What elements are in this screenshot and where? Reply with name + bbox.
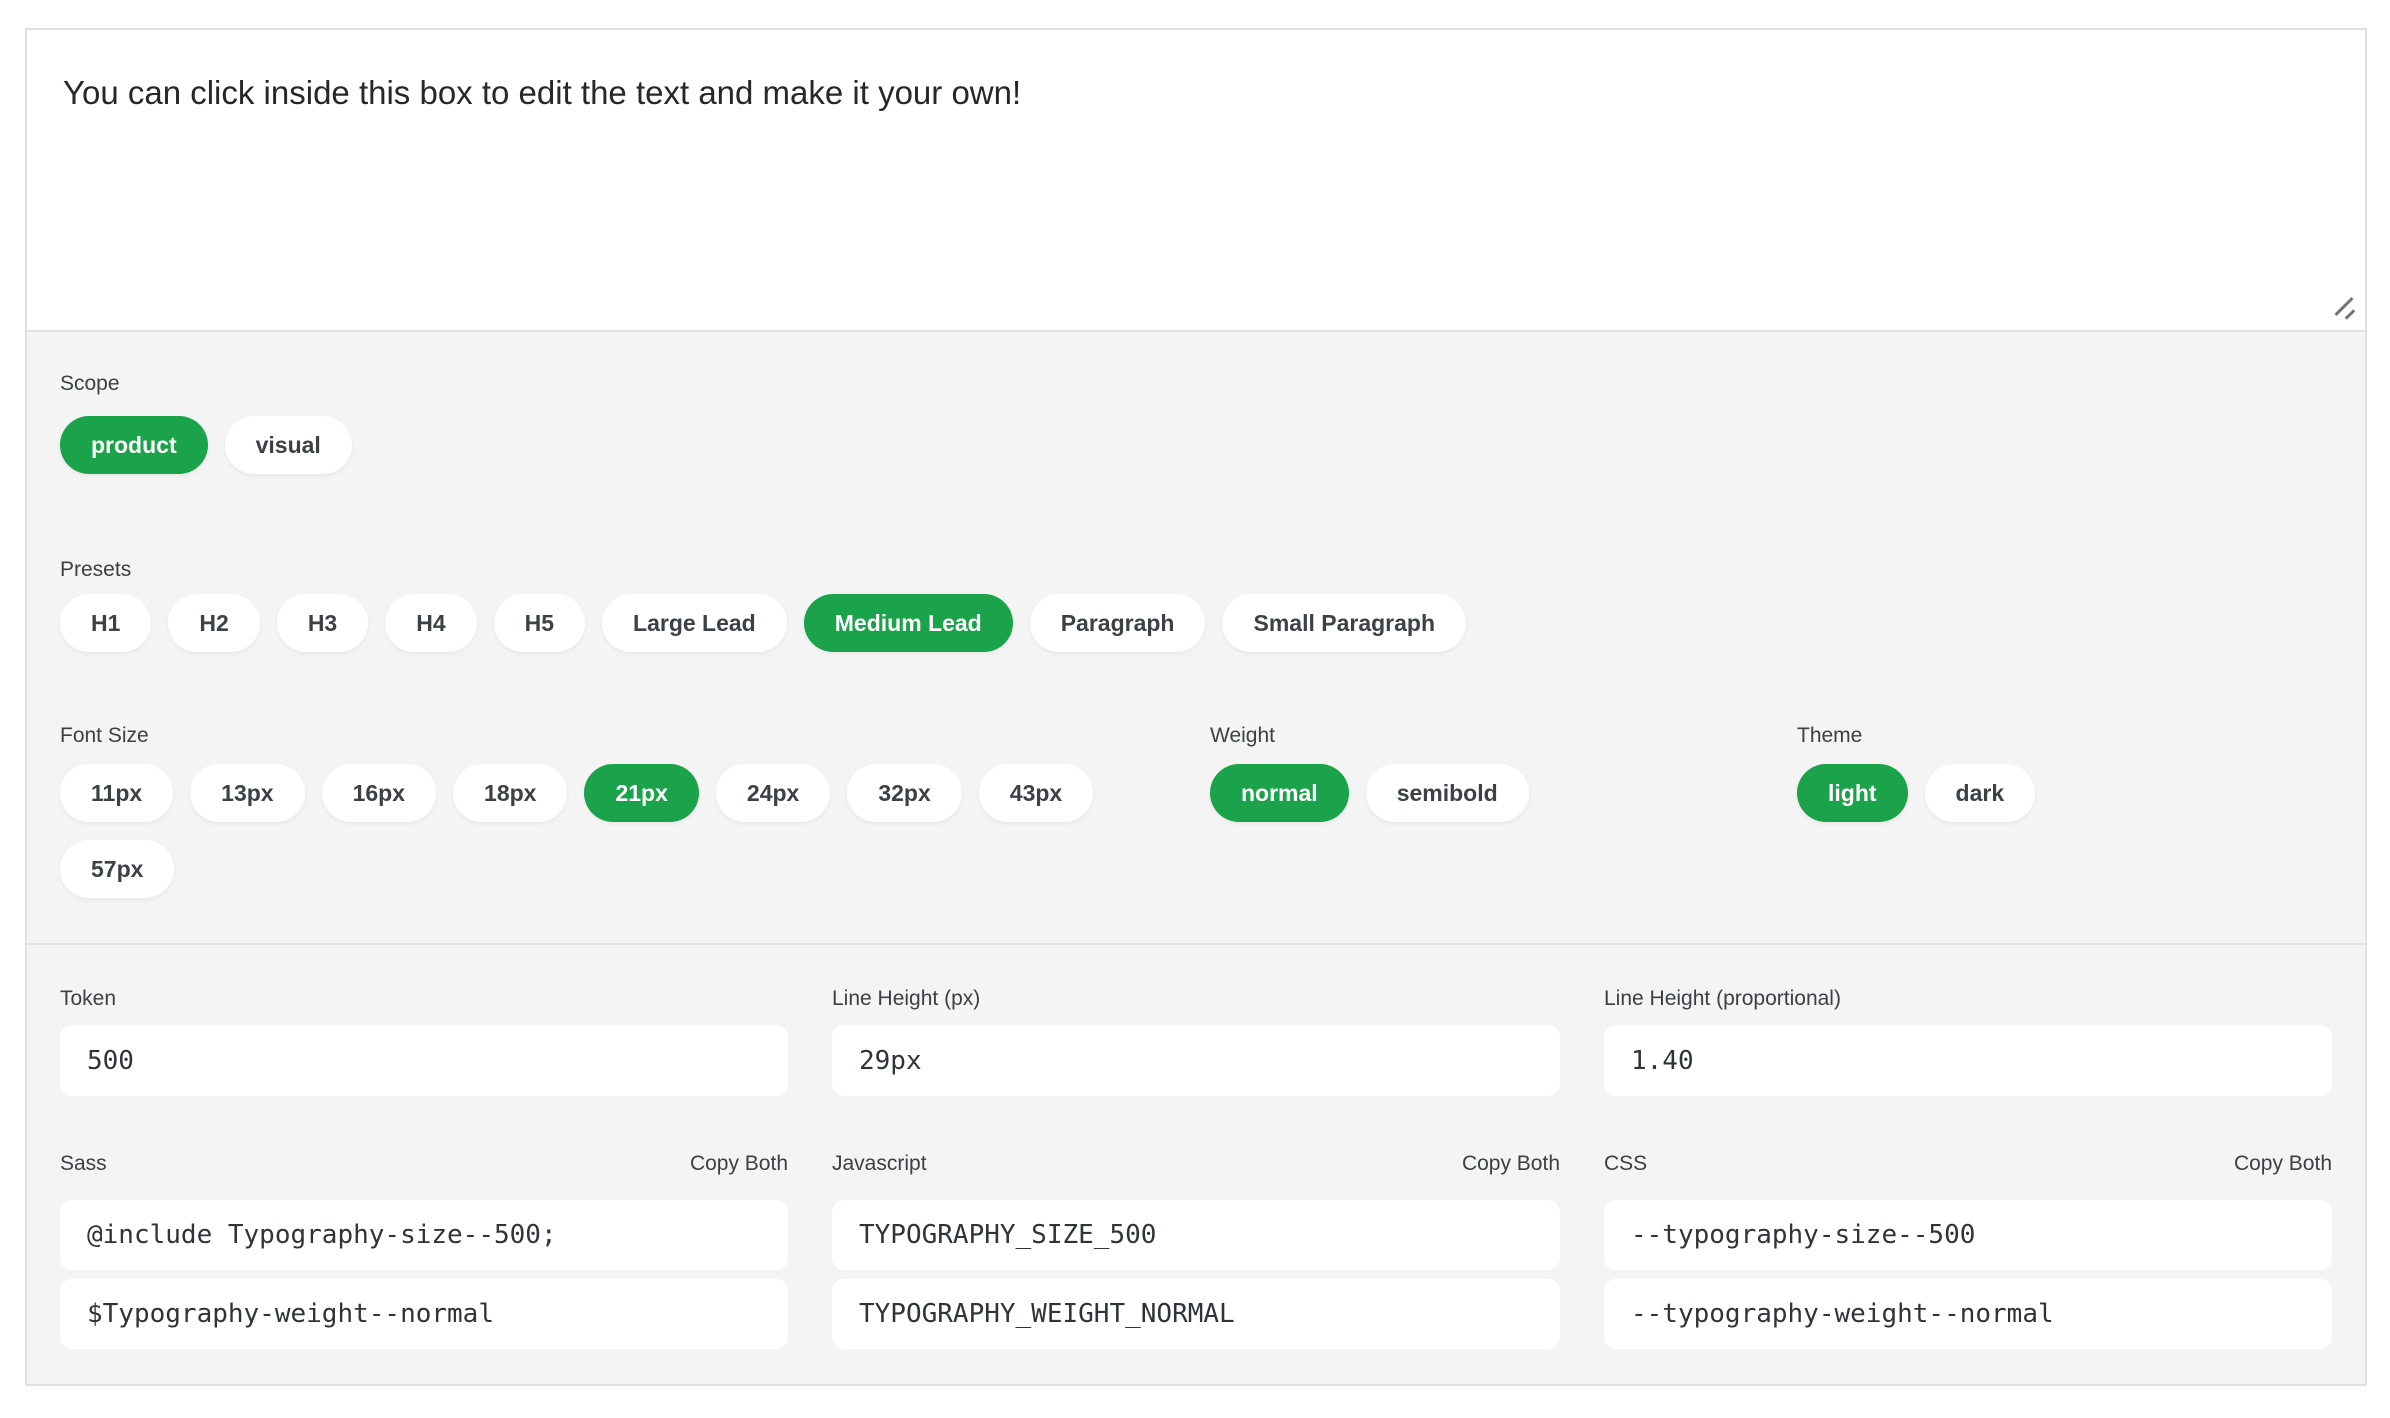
javascript-copy-both-link[interactable]: Copy Both	[1462, 1152, 1560, 1176]
css-label: CSS	[1604, 1152, 1648, 1175]
preset-option-h3[interactable]: H3	[276, 594, 369, 652]
sass-column: Sass Copy Both @include Typography-size-…	[60, 1152, 788, 1358]
controls-columns: Font Size 11px 13px 16px 18px 21px 24px …	[60, 724, 2332, 898]
scope-label: Scope	[60, 372, 120, 395]
weight-label: Weight	[1210, 724, 1275, 747]
theme-option-light[interactable]: light	[1797, 764, 1908, 822]
font-size-option-18px[interactable]: 18px	[453, 764, 568, 822]
javascript-weight-code[interactable]: TYPOGRAPHY_WEIGHT_NORMAL	[832, 1279, 1560, 1349]
theme-options-row: light dark	[1797, 764, 2332, 822]
preset-option-medium-lead[interactable]: Medium Lead	[803, 594, 1013, 652]
line-height-proportional-field: Line Height (proportional) 1.40	[1604, 987, 2332, 1096]
theme-label: Theme	[1797, 724, 1863, 747]
preset-option-small-paragraph[interactable]: Small Paragraph	[1222, 594, 1467, 652]
preview-section: You can click inside this box to edit th…	[27, 30, 2365, 330]
weight-options-row: normal semibold	[1210, 764, 1797, 822]
scope-option-product[interactable]: product	[60, 416, 208, 474]
token-value-input[interactable]: 500	[60, 1025, 788, 1096]
token-label: Token	[60, 987, 117, 1010]
theme-group: Theme light dark	[1797, 724, 2332, 898]
font-size-group: Font Size 11px 13px 16px 18px 21px 24px …	[60, 724, 1210, 898]
weight-option-semibold[interactable]: semibold	[1365, 764, 1529, 822]
css-copy-both-link[interactable]: Copy Both	[2234, 1152, 2332, 1176]
sass-label: Sass	[60, 1152, 107, 1175]
line-height-proportional-label: Line Height (proportional)	[1604, 987, 1841, 1010]
code-outputs-row: Sass Copy Both @include Typography-size-…	[60, 1152, 2332, 1358]
preset-option-h4[interactable]: H4	[385, 594, 477, 652]
font-size-option-57px[interactable]: 57px	[60, 840, 175, 898]
token-fields-row: Token 500 Line Height (px) 29px Line Hei…	[60, 987, 2332, 1096]
sass-weight-code[interactable]: $Typography-weight--normal	[60, 1279, 788, 1349]
font-size-option-43px[interactable]: 43px	[978, 764, 1094, 822]
javascript-column: Javascript Copy Both TYPOGRAPHY_SIZE_500…	[832, 1152, 1560, 1358]
theme-option-dark[interactable]: dark	[1924, 764, 2036, 822]
presets-group: Presets H1 H2 H3 H4 H5 Large Lead Medium…	[60, 558, 2332, 652]
css-header: CSS Copy Both	[1604, 1152, 2332, 1176]
preset-option-h2[interactable]: H2	[168, 594, 260, 652]
presets-options-row: H1 H2 H3 H4 H5 Large Lead Medium Lead Pa…	[60, 594, 2332, 652]
line-height-proportional-input[interactable]: 1.40	[1604, 1025, 2332, 1096]
preset-option-h1[interactable]: H1	[60, 594, 152, 652]
font-size-option-24px[interactable]: 24px	[715, 764, 831, 822]
line-height-px-field: Line Height (px) 29px	[832, 987, 1560, 1096]
sass-header: Sass Copy Both	[60, 1152, 788, 1176]
scope-group: Scope product visual	[60, 372, 2332, 474]
scope-options-row: product visual	[60, 416, 2332, 474]
textarea-resize-handle-icon[interactable]	[2329, 294, 2355, 320]
preset-option-paragraph[interactable]: Paragraph	[1029, 594, 1206, 652]
font-size-option-32px[interactable]: 32px	[847, 764, 962, 822]
javascript-label: Javascript	[832, 1152, 927, 1175]
line-height-px-label: Line Height (px)	[832, 987, 981, 1010]
typography-playground-page: You can click inside this box to edit th…	[0, 0, 2390, 1418]
token-field: Token 500	[60, 987, 788, 1096]
sass-size-code[interactable]: @include Typography-size--500;	[60, 1200, 788, 1270]
presets-label: Presets	[60, 558, 132, 581]
preset-option-h5[interactable]: H5	[493, 594, 586, 652]
weight-option-normal[interactable]: normal	[1210, 764, 1349, 822]
font-size-label: Font Size	[60, 724, 149, 747]
javascript-size-code[interactable]: TYPOGRAPHY_SIZE_500	[832, 1200, 1560, 1270]
controls-section: Scope product visual Presets H1 H2 H3 H4…	[27, 330, 2365, 943]
font-size-option-11px[interactable]: 11px	[60, 764, 174, 822]
weight-group: Weight normal semibold	[1210, 724, 1797, 898]
font-size-option-16px[interactable]: 16px	[321, 764, 437, 822]
typography-playground-card: You can click inside this box to edit th…	[25, 28, 2367, 1386]
scope-option-visual[interactable]: visual	[224, 416, 352, 474]
css-column: CSS Copy Both --typography-size--500 --t…	[1604, 1152, 2332, 1358]
javascript-header: Javascript Copy Both	[832, 1152, 1560, 1176]
preset-option-large-lead[interactable]: Large Lead	[602, 594, 787, 652]
preview-textarea[interactable]: You can click inside this box to edit th…	[27, 30, 2365, 330]
font-size-option-21px[interactable]: 21px	[584, 764, 699, 822]
outputs-section: Token 500 Line Height (px) 29px Line Hei…	[27, 943, 2365, 1380]
css-weight-code[interactable]: --typography-weight--normal	[1604, 1279, 2332, 1349]
font-size-options-row: 11px 13px 16px 18px 21px 24px 32px 43px …	[60, 764, 1190, 898]
font-size-option-13px[interactable]: 13px	[190, 764, 305, 822]
sass-copy-both-link[interactable]: Copy Both	[690, 1152, 788, 1176]
css-size-code[interactable]: --typography-size--500	[1604, 1200, 2332, 1270]
line-height-px-input[interactable]: 29px	[832, 1025, 1560, 1096]
